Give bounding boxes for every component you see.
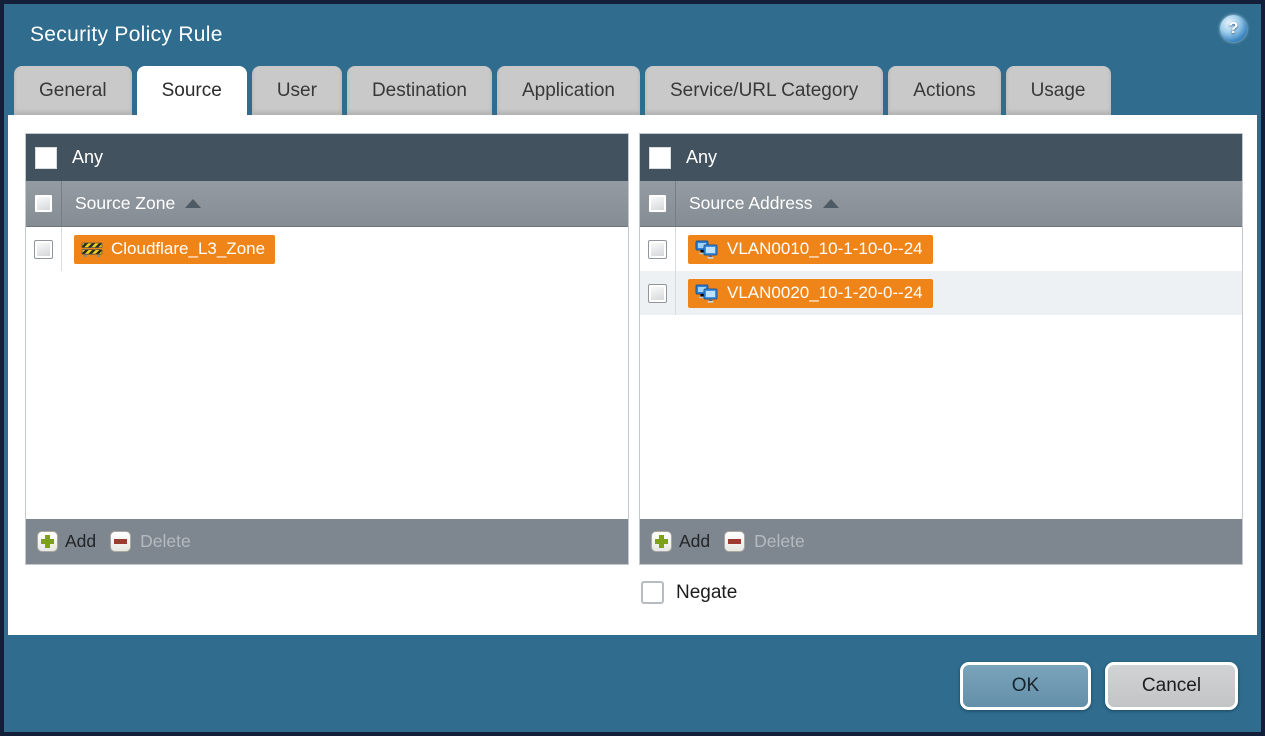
any-header: Any [26, 134, 628, 181]
tab-destination[interactable]: Destination [346, 66, 492, 115]
add-icon [37, 531, 58, 552]
object-list: VLAN0010_10-1-10-0--24 VLAN0020_10-1-20-… [640, 227, 1242, 519]
dialog-actionbar: OK Cancel [960, 662, 1238, 710]
list-item: Cloudflare_L3_Zone [26, 227, 628, 271]
object-tag[interactable]: VLAN0020_10-1-20-0--24 [688, 278, 933, 308]
row-checkbox[interactable] [34, 239, 53, 259]
column-header[interactable]: Source Address [640, 181, 1242, 227]
tab-source[interactable]: Source [136, 66, 247, 115]
any-checkbox[interactable] [649, 146, 671, 169]
tab-usage[interactable]: Usage [1005, 66, 1111, 115]
any-label: Any [72, 147, 104, 167]
add-icon [651, 531, 672, 552]
negate-checkbox[interactable] [641, 581, 664, 604]
list-item: VLAN0010_10-1-10-0--24 [640, 227, 1242, 271]
delete-icon [724, 531, 746, 552]
dialog-content: Any Source Zone Cloudflare_L3_Zone Add D… [8, 115, 1257, 635]
help-icon[interactable]: ? [1220, 15, 1247, 42]
panel-footer: Add Delete [640, 519, 1242, 564]
tab-actions[interactable]: Actions [888, 66, 1001, 115]
column-header-label: Source Address [689, 193, 813, 213]
object-tag[interactable]: VLAN0010_10-1-10-0--24 [688, 234, 933, 264]
delete-button[interactable]: Delete [110, 531, 191, 552]
row-checkbox[interactable] [648, 283, 667, 303]
tab-bar: General Source User Destination Application S… [4, 66, 1261, 115]
column-header-label: Source Zone [75, 193, 176, 213]
list-item: VLAN0020_10-1-20-0--24 [640, 271, 1242, 315]
sort-asc-icon [185, 199, 202, 208]
tab-general[interactable]: General [14, 66, 132, 115]
panel-footer: Add Delete [26, 519, 628, 564]
zone-icon [81, 242, 103, 257]
object-tag[interactable]: Cloudflare_L3_Zone [74, 234, 276, 264]
delete-button[interactable]: Delete [724, 531, 805, 552]
address-group-icon [695, 284, 718, 303]
negate-row: Negate [641, 581, 1243, 604]
select-all-checkbox[interactable] [34, 194, 53, 213]
add-button[interactable]: Add [37, 531, 96, 552]
tab-application[interactable]: Application [497, 66, 640, 115]
object-list: Cloudflare_L3_Zone [26, 227, 628, 519]
panel-source-zone: Any Source Zone Cloudflare_L3_Zone Add D… [25, 133, 629, 565]
any-header: Any [640, 134, 1242, 181]
negate-label: Negate [676, 581, 738, 603]
security-policy-rule-dialog: Security Policy Rule ? General Source User… [0, 0, 1265, 736]
address-group-icon [695, 240, 718, 259]
ok-button[interactable]: OK [960, 662, 1091, 710]
page-title: Security Policy Rule [30, 23, 223, 46]
any-checkbox[interactable] [35, 146, 57, 169]
sort-asc-icon [822, 199, 839, 208]
panel-source-address: Any Source Address VLAN0010_10-1-10-0--2… [639, 133, 1243, 565]
select-all-checkbox[interactable] [648, 194, 667, 213]
any-label: Any [686, 147, 718, 167]
cancel-button[interactable]: Cancel [1105, 662, 1238, 710]
tab-service-url-category[interactable]: Service/URL Category [644, 66, 884, 115]
tab-user[interactable]: User [251, 66, 342, 115]
delete-icon [110, 531, 132, 552]
dialog-titlebar: Security Policy Rule ? [4, 4, 1261, 66]
add-button[interactable]: Add [651, 531, 710, 552]
row-checkbox[interactable] [648, 239, 667, 259]
column-header[interactable]: Source Zone [26, 181, 628, 227]
